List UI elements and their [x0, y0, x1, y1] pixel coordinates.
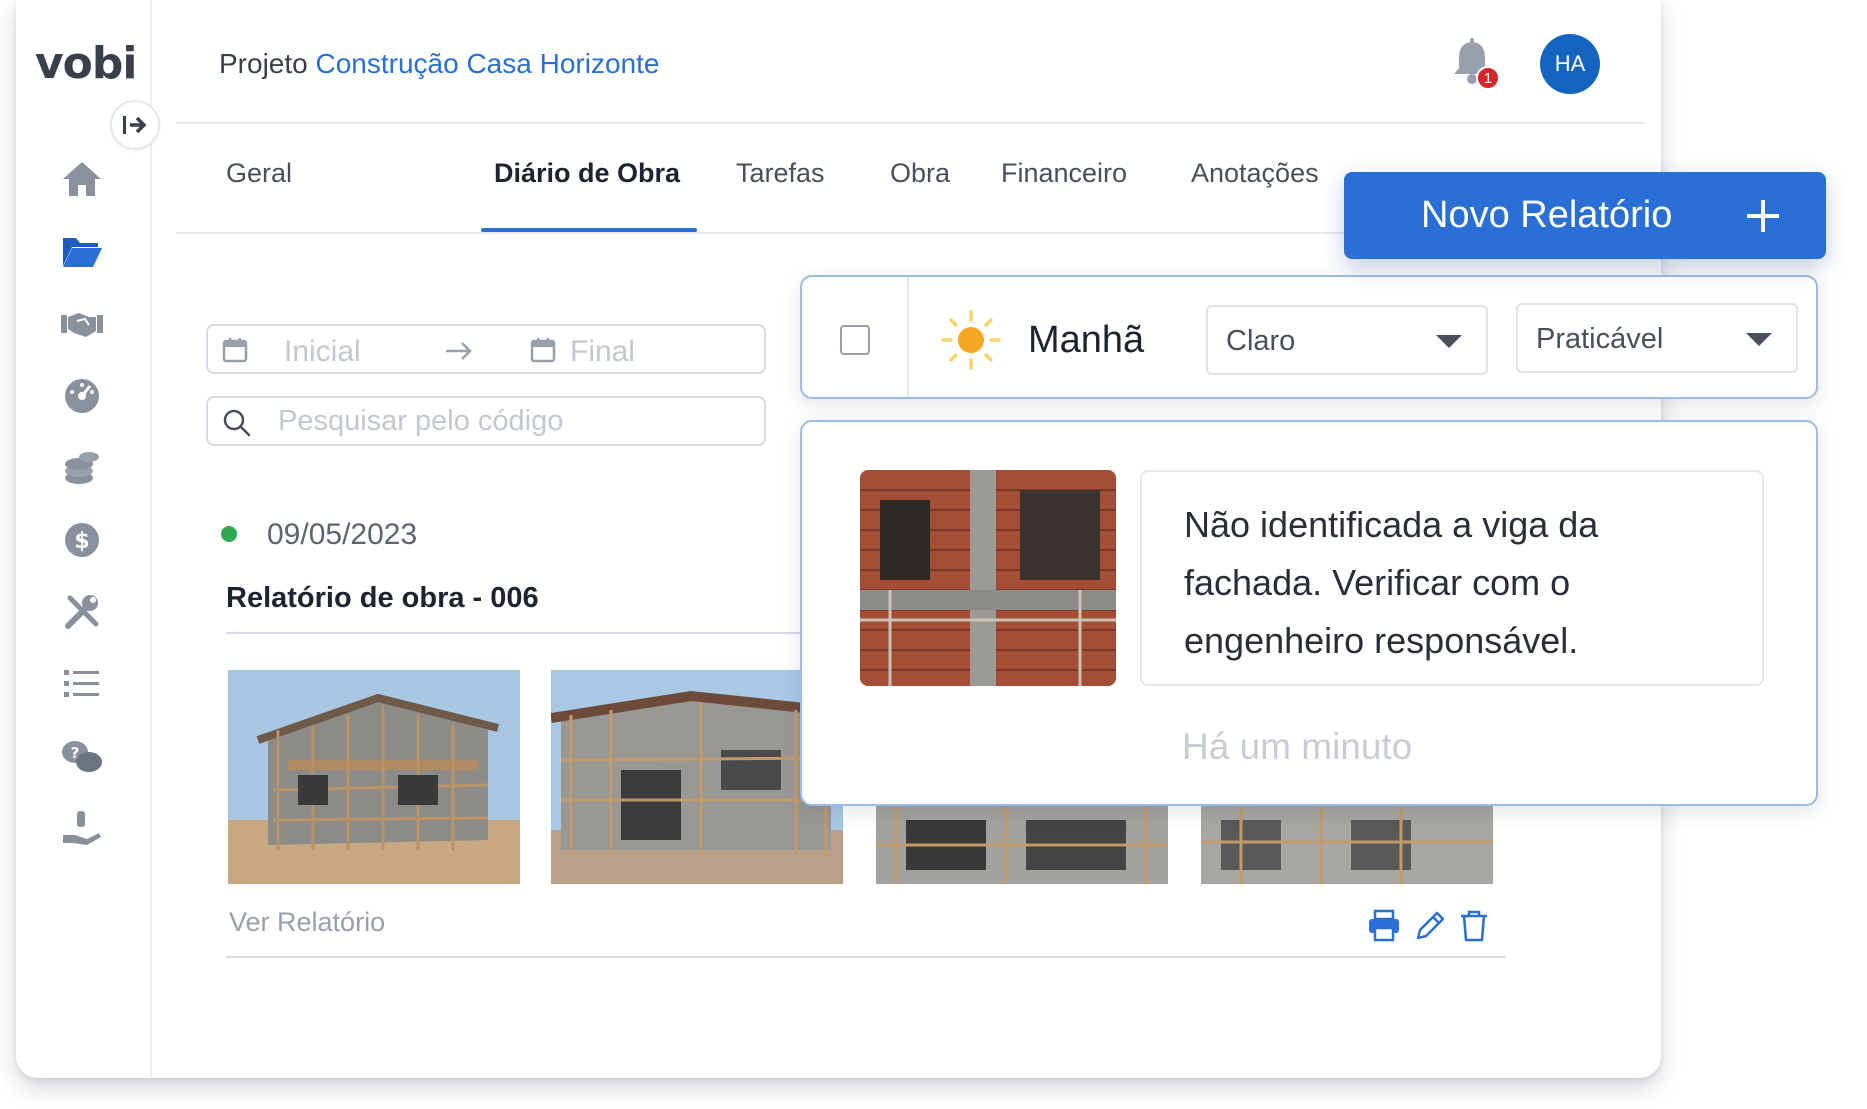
calendar-icon — [222, 338, 248, 363]
notification-badge: 1 — [1476, 66, 1500, 90]
home-icon[interactable] — [58, 155, 106, 203]
project-name-link[interactable]: Construção Casa Horizonte — [316, 48, 660, 79]
page-title: Projeto Construção Casa Horizonte — [219, 48, 659, 80]
tab-geral[interactable]: Geral — [226, 158, 292, 189]
tab-diario-de-obra[interactable]: Diário de Obra — [494, 158, 680, 189]
header-divider — [176, 122, 1646, 124]
period-label: Manhã — [1028, 319, 1145, 361]
search-field — [206, 396, 766, 446]
print-icon[interactable] — [1366, 908, 1402, 944]
active-tab-indicator — [481, 228, 697, 232]
arrow-right-icon — [446, 342, 472, 360]
tab-financeiro[interactable]: Financeiro — [1001, 158, 1127, 189]
note-timestamp: Há um minuto — [1182, 726, 1413, 767]
note-text: Não identificada a viga da fachada. Veri… — [1184, 504, 1599, 661]
sidebar: vobi $ ? — [16, 0, 152, 1078]
search-icon — [223, 409, 251, 437]
new-report-button[interactable]: Novo Relatório — [1344, 172, 1826, 259]
weather-condition-select[interactable]: Claro — [1206, 305, 1488, 375]
list-icon[interactable] — [58, 660, 106, 708]
folder-icon[interactable] — [58, 227, 106, 275]
coins-icon[interactable] — [58, 444, 106, 492]
hand-money-icon[interactable] — [58, 805, 106, 853]
trash-icon[interactable] — [1456, 908, 1492, 944]
chevron-down-icon — [1436, 335, 1462, 348]
project-prefix: Projeto — [219, 48, 308, 79]
sun-icon — [941, 310, 1001, 370]
practicability-select[interactable]: Praticável — [1516, 303, 1798, 373]
chat-help-icon[interactable]: ? — [58, 733, 106, 781]
plus-icon — [1747, 200, 1779, 232]
report-date: 09/05/2023 — [267, 518, 418, 551]
avatar[interactable]: HA — [1540, 34, 1600, 94]
tab-tarefas[interactable]: Tarefas — [736, 158, 825, 189]
period-checkbox[interactable] — [840, 325, 870, 355]
weather-condition-value: Claro — [1226, 325, 1296, 357]
date-end-placeholder[interactable]: Final — [570, 335, 635, 369]
handshake-icon[interactable] — [58, 300, 106, 348]
chevron-down-icon — [1746, 333, 1772, 346]
svg-text:$: $ — [74, 529, 89, 554]
app-logo[interactable]: vobi — [35, 38, 137, 89]
date-range-picker[interactable]: Inicial Final — [206, 324, 766, 374]
note-photo[interactable] — [860, 470, 1116, 686]
dashboard-icon[interactable] — [58, 372, 106, 420]
sidebar-collapse-button[interactable] — [110, 100, 160, 150]
report-footer-divider — [226, 956, 1506, 958]
weather-card-divider — [907, 277, 909, 397]
edit-icon[interactable] — [1412, 908, 1448, 944]
dollar-icon[interactable]: $ — [58, 516, 106, 564]
search-input[interactable] — [278, 404, 748, 438]
view-report-link[interactable]: Ver Relatório — [229, 907, 385, 938]
new-report-label: Novo Relatório — [1421, 194, 1673, 236]
report-title[interactable]: Relatório de obra - 006 — [226, 582, 539, 615]
report-photo[interactable] — [228, 670, 520, 884]
tools-icon[interactable] — [58, 588, 106, 636]
date-start-placeholder[interactable]: Inicial — [284, 335, 361, 369]
arrow-right-to-line-icon — [123, 116, 147, 134]
note-text-box[interactable]: Não identificada a viga da fachada. Veri… — [1140, 470, 1764, 686]
calendar-icon — [530, 338, 556, 363]
tab-obra[interactable]: Obra — [890, 158, 950, 189]
status-indicator — [221, 526, 237, 542]
tab-anotacoes[interactable]: Anotações — [1191, 158, 1319, 189]
weather-card: Manhã Claro Praticável — [800, 275, 1818, 399]
practicability-value: Praticável — [1536, 323, 1664, 355]
note-card: Não identificada a viga da fachada. Veri… — [800, 420, 1818, 806]
